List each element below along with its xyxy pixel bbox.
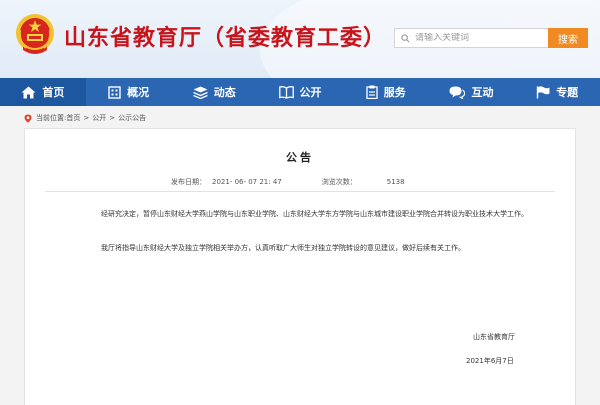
- search-input[interactable]: [415, 33, 541, 43]
- nav-label: 专题: [556, 86, 579, 99]
- search-icon: [401, 33, 410, 42]
- view-count: 5138: [386, 178, 405, 186]
- location-pin-icon: [24, 114, 32, 123]
- nav-label: 服务: [383, 86, 406, 99]
- article-title: 公告: [286, 151, 314, 164]
- main-nav: 首页 概况 动态 公开 服务 互动 专题: [0, 78, 600, 106]
- breadcrumb-public[interactable]: 公开: [92, 113, 106, 123]
- publish-date-label: 发布日期：: [171, 178, 206, 186]
- nav-item-topics[interactable]: 专题: [514, 78, 600, 106]
- breadcrumb-prefix: 当前位置:: [36, 114, 67, 122]
- nav-label: 概况: [127, 86, 150, 99]
- home-icon: [21, 86, 36, 98]
- nav-item-overview[interactable]: 概况: [86, 78, 172, 106]
- flag-icon: [536, 85, 550, 98]
- nav-label: 互动: [471, 86, 494, 99]
- search-box: [394, 28, 548, 48]
- site-title: 山东省教育厅（省委教育工委）: [64, 26, 387, 51]
- publish-date: 2021- 06- 07 21: 47: [212, 178, 282, 186]
- national-emblem-icon: [16, 14, 54, 54]
- article-paragraph: 我厅将指导山东财经大学及独立学院相关举办方，认真听取广大师生对独立学院转设的意见…: [101, 244, 465, 252]
- signature-date: 2021年6月7日: [466, 357, 514, 365]
- article-meta: 发布日期： 2021- 06- 07 21: 47 浏览次数： 5138: [171, 177, 405, 187]
- stack-icon: [193, 86, 208, 99]
- views-label: 浏览次数：: [321, 178, 357, 186]
- clipboard-icon: [366, 85, 378, 99]
- breadcrumb-separator: >: [83, 114, 90, 122]
- building-icon: [108, 85, 121, 99]
- book-icon: [278, 85, 294, 99]
- nav-label: 动态: [213, 86, 236, 99]
- breadcrumb-separator: >: [109, 114, 116, 122]
- article-panel: 公告 发布日期： 2021- 06- 07 21: 47 浏览次数： 5138 经研究…: [24, 128, 576, 405]
- nav-item-home[interactable]: 首页: [0, 78, 86, 106]
- site-header: 山东省教育厅（省委教育工委） 搜索: [0, 0, 600, 78]
- nav-label: 公开: [299, 86, 322, 99]
- breadcrumb: 当前位置: 首页 > 公开 > 公示公告: [24, 113, 146, 123]
- search-button[interactable]: 搜索: [548, 28, 588, 48]
- nav-item-interact[interactable]: 互动: [429, 78, 515, 106]
- nav-item-public[interactable]: 公开: [257, 78, 343, 106]
- signature-organization: 山东省教育厅: [473, 333, 515, 341]
- article-paragraph: 经研究决定，暂停山东财经大学燕山学院与山东职业学院、山东财经大学东方学院与山东城…: [101, 210, 528, 218]
- breadcrumb-home[interactable]: 首页: [66, 113, 80, 123]
- breadcrumb-notices[interactable]: 公示公告: [118, 113, 146, 123]
- nav-item-news[interactable]: 动态: [171, 78, 257, 106]
- nav-item-service[interactable]: 服务: [343, 78, 429, 106]
- title-divider: [45, 191, 555, 192]
- chat-icon: [449, 86, 466, 99]
- nav-label: 首页: [42, 86, 65, 99]
